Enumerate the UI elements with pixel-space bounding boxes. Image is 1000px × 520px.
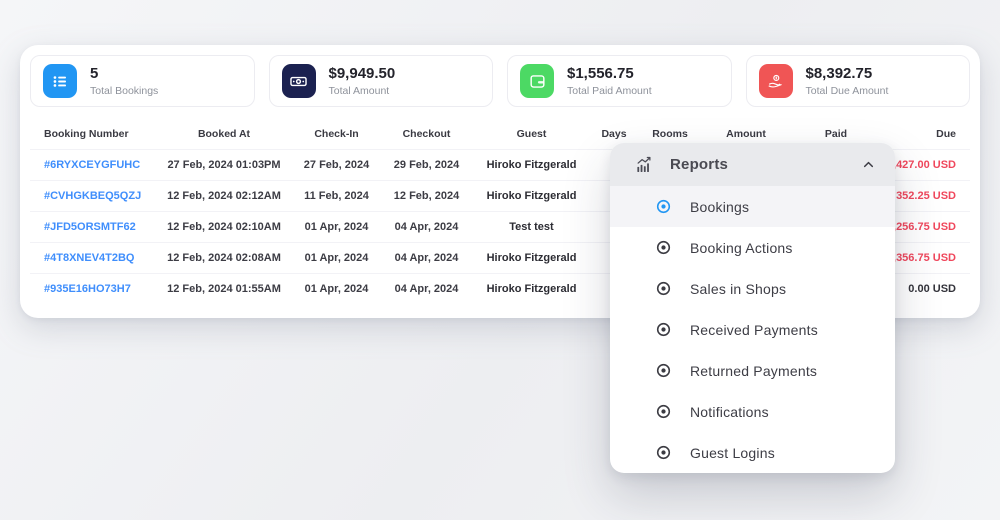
reports-menu-item[interactable]: Received Payments <box>610 309 895 350</box>
list-icon <box>43 64 77 98</box>
column-header: Check-In <box>294 128 379 140</box>
radio-icon <box>655 280 672 297</box>
booking-number-link[interactable]: #JFD5ORSMTF62 <box>44 221 154 233</box>
checkout-cell: 29 Feb, 2024 <box>379 159 474 171</box>
radio-icon <box>655 239 672 256</box>
menu-item-label: Notifications <box>690 404 769 420</box>
stats-row: 5 Total Bookings $9,949.50 Total Amount … <box>30 55 970 107</box>
check-in-cell: 27 Feb, 2024 <box>294 159 379 171</box>
guest-cell: Hiroko Fitzgerald <box>474 283 589 295</box>
booking-number-link[interactable]: #935E16HO73H7 <box>44 283 154 295</box>
reports-menu-list: Bookings Booking Actions Sales in Shops <box>610 186 895 473</box>
hand-coin-icon <box>759 64 793 98</box>
booked-at-cell: 12 Feb, 2024 02:08AM <box>154 252 294 264</box>
check-in-cell: 11 Feb, 2024 <box>294 190 379 202</box>
stat-label: Total Bookings <box>90 85 158 97</box>
column-header: Booking Number <box>44 128 154 140</box>
menu-item-label: Received Payments <box>690 322 818 338</box>
reports-menu-item[interactable]: Sales in Shops <box>610 268 895 309</box>
stat-value: $1,556.75 <box>567 65 652 84</box>
check-in-cell: 01 Apr, 2024 <box>294 283 379 295</box>
column-header: Days <box>589 128 639 140</box>
radio-icon <box>655 321 672 338</box>
stat-value: $9,949.50 <box>329 65 396 84</box>
banknote-icon <box>282 64 316 98</box>
radio-icon <box>655 444 672 461</box>
column-header: Booked At <box>154 128 294 140</box>
column-header: Checkout <box>379 128 474 140</box>
stat-card-total-due: $8,392.75 Total Due Amount <box>746 55 971 107</box>
column-header: Guest <box>474 128 589 140</box>
reports-menu-item[interactable]: Notifications <box>610 391 895 432</box>
reports-menu-title: Reports <box>670 156 728 173</box>
stat-card-total-paid: $1,556.75 Total Paid Amount <box>507 55 732 107</box>
bar-chart-icon <box>635 155 654 174</box>
booked-at-cell: 12 Feb, 2024 01:55AM <box>154 283 294 295</box>
booking-number-link[interactable]: #4T8XNEV4T2BQ <box>44 252 154 264</box>
checkout-cell: 12 Feb, 2024 <box>379 190 474 202</box>
guest-cell: Hiroko Fitzgerald <box>474 190 589 202</box>
reports-menu-item[interactable]: Bookings <box>610 186 895 227</box>
check-in-cell: 01 Apr, 2024 <box>294 252 379 264</box>
checkout-cell: 04 Apr, 2024 <box>379 283 474 295</box>
column-header: Rooms <box>639 128 701 140</box>
booked-at-cell: 12 Feb, 2024 02:12AM <box>154 190 294 202</box>
stat-label: Total Paid Amount <box>567 85 652 97</box>
menu-item-label: Bookings <box>690 199 749 215</box>
reports-menu-item[interactable]: Returned Payments <box>610 350 895 391</box>
guest-cell: Test test <box>474 221 589 233</box>
reports-dropdown-menu: Reports Bookings Booking Actions <box>610 143 895 473</box>
stat-label: Total Amount <box>329 85 396 97</box>
radio-icon <box>655 198 672 215</box>
reports-menu-item[interactable]: Booking Actions <box>610 227 895 268</box>
checkout-cell: 04 Apr, 2024 <box>379 221 474 233</box>
checkout-cell: 04 Apr, 2024 <box>379 252 474 264</box>
guest-cell: Hiroko Fitzgerald <box>474 159 589 171</box>
chevron-up-icon <box>862 158 875 171</box>
stat-value: $8,392.75 <box>806 65 889 84</box>
reports-menu-header[interactable]: Reports <box>610 143 895 186</box>
booking-number-link[interactable]: #CVHGKBEQ5QZJ <box>44 190 154 202</box>
check-in-cell: 01 Apr, 2024 <box>294 221 379 233</box>
column-header: Paid <box>791 128 881 140</box>
column-header: Due <box>881 128 956 140</box>
menu-item-label: Guest Logins <box>690 445 775 461</box>
column-header: Amount <box>701 128 791 140</box>
menu-item-label: Booking Actions <box>690 240 793 256</box>
stat-card-total-amount: $9,949.50 Total Amount <box>269 55 494 107</box>
stat-card-total-bookings: 5 Total Bookings <box>30 55 255 107</box>
booked-at-cell: 12 Feb, 2024 02:10AM <box>154 221 294 233</box>
booked-at-cell: 27 Feb, 2024 01:03PM <box>154 159 294 171</box>
reports-menu-item[interactable]: Guest Logins <box>610 432 895 473</box>
guest-cell: Hiroko Fitzgerald <box>474 252 589 264</box>
booking-number-link[interactable]: #6RYXCEYGFUHC <box>44 159 154 171</box>
radio-icon <box>655 362 672 379</box>
stat-value: 5 <box>90 65 158 84</box>
menu-item-label: Returned Payments <box>690 363 817 379</box>
radio-icon <box>655 403 672 420</box>
menu-item-label: Sales in Shops <box>690 281 786 297</box>
stat-label: Total Due Amount <box>806 85 889 97</box>
wallet-icon <box>520 64 554 98</box>
